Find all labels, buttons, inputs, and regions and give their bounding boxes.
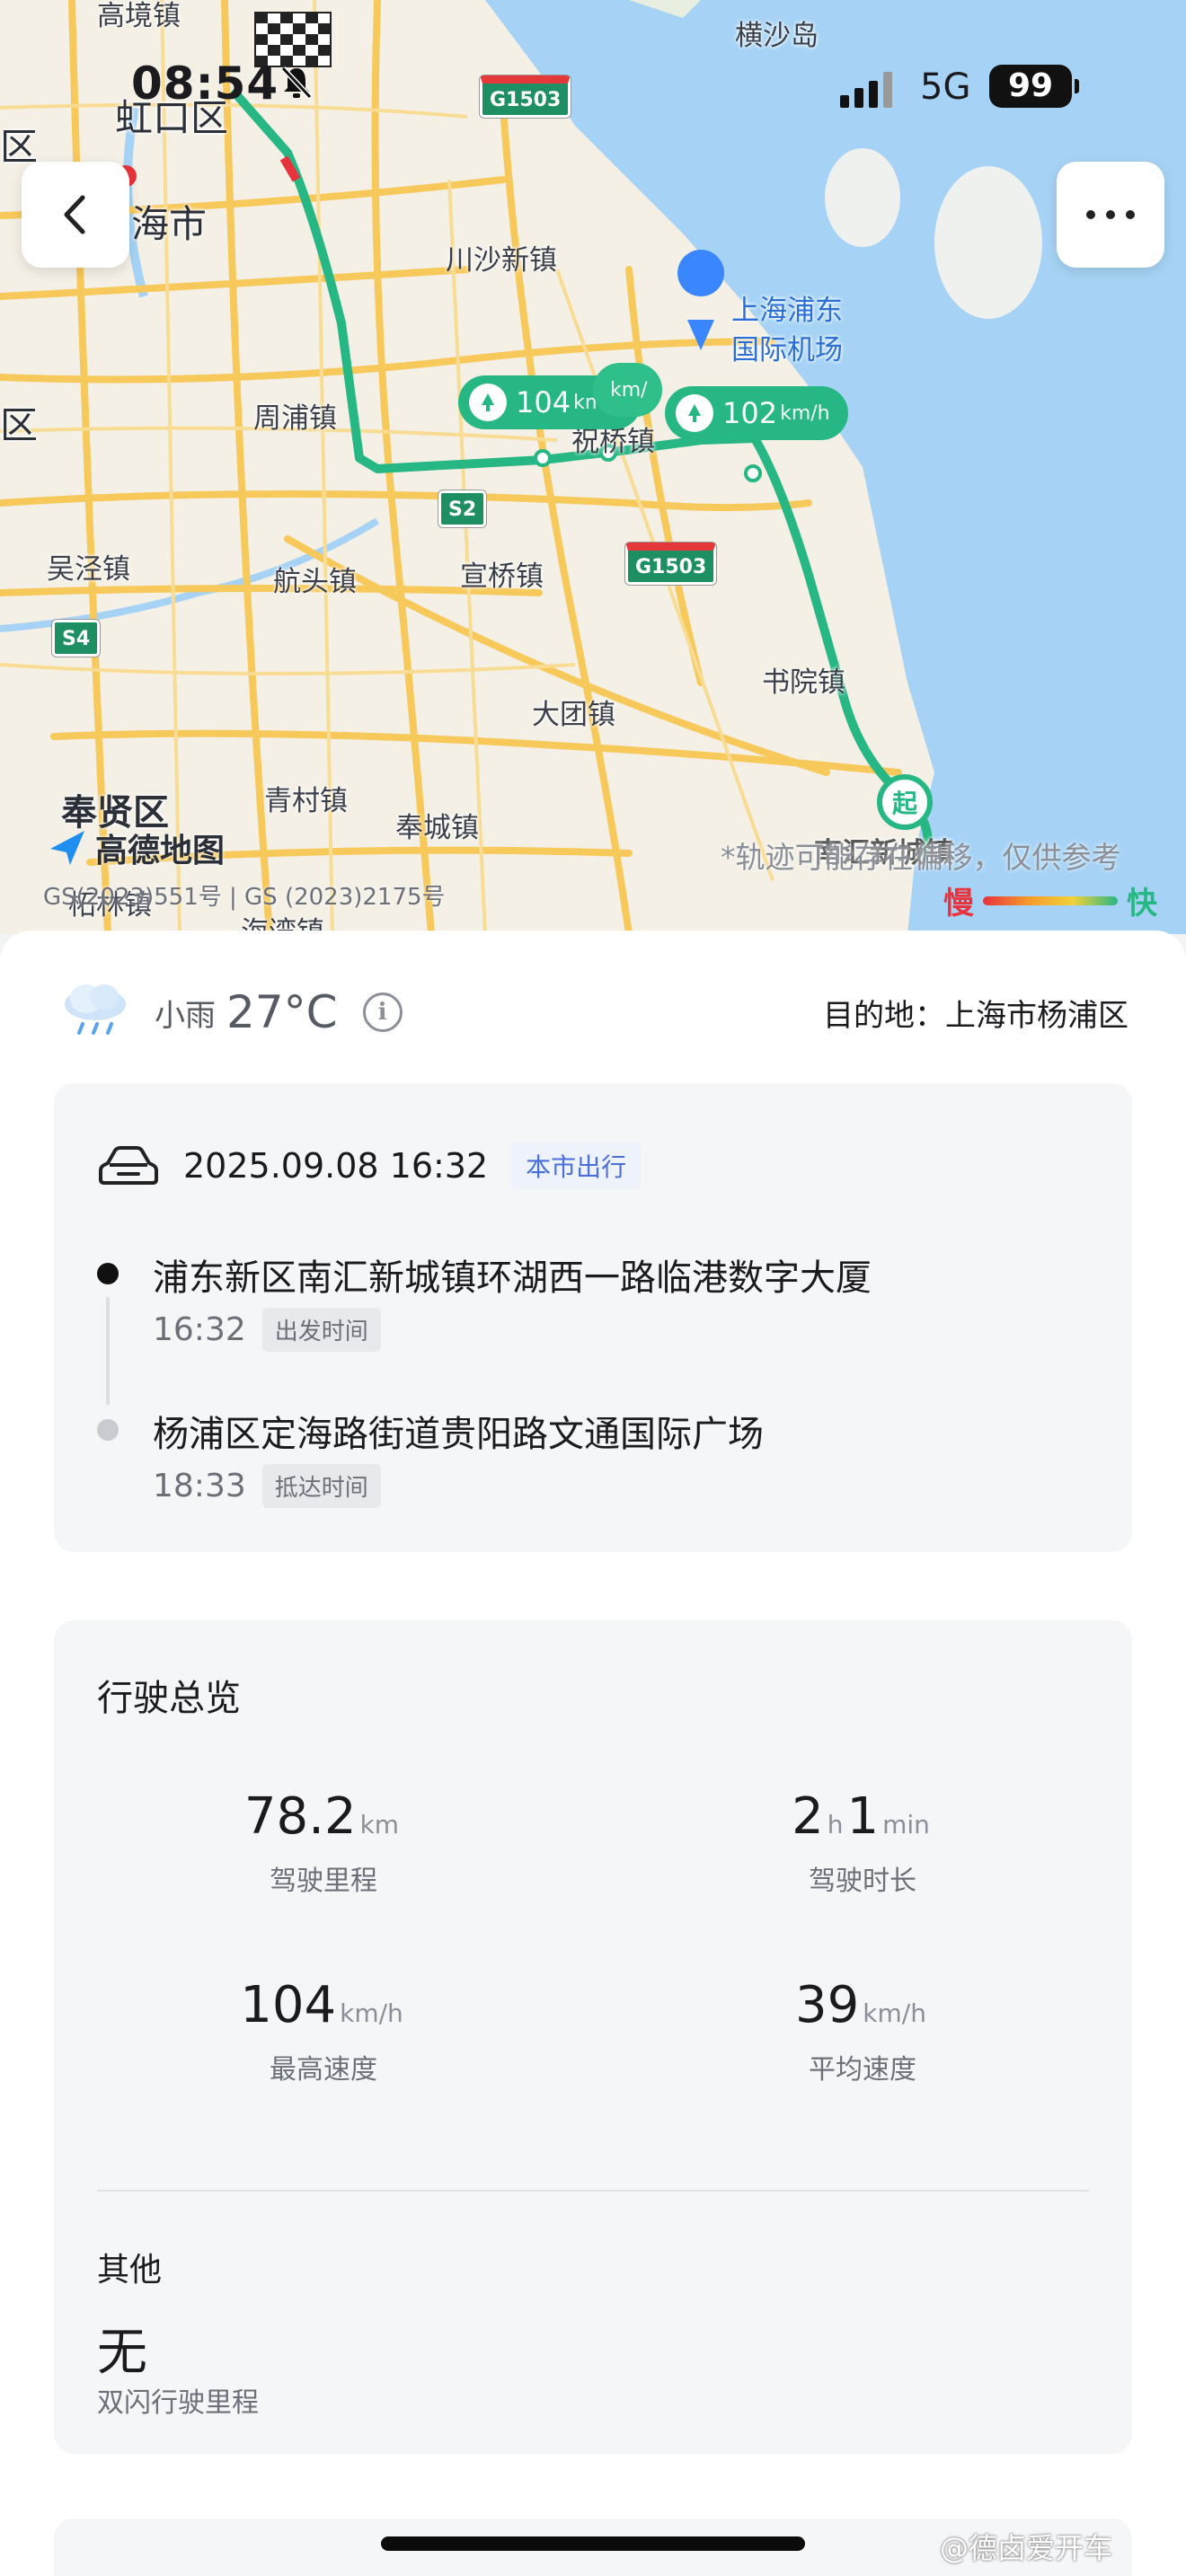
map-license: GS(2023)551号 | GS (2023)2175号 <box>43 884 446 911</box>
start-point-dot <box>97 1263 119 1284</box>
stat-label: 驾驶时长 <box>809 1866 916 1897</box>
car-icon <box>99 1146 158 1185</box>
track-disclaimer: *轨迹可能存在偏移，仅供参考 <box>721 840 1121 875</box>
weather-temperature: 27°C <box>226 986 338 1038</box>
stat-avg-speed: 39 km/h 平均速度 <box>683 1976 1042 2086</box>
trip-card: 2025.09.08 16:32 本市出行 浦东新区南汇新城镇环湖西一路临港数字… <box>54 1083 1132 1552</box>
destination-text: 目的地：上海市杨浦区 <box>823 997 1128 1034</box>
route-connector-line <box>106 1297 110 1405</box>
start-time-row: 16:32 出发时间 <box>153 1308 381 1352</box>
legend-fast: 快 <box>1127 886 1157 922</box>
watermark: @德卤爱开车 <box>940 2531 1113 2565</box>
overview-title: 行驶总览 <box>97 1678 241 1719</box>
highway-shield: S2 <box>438 490 487 527</box>
weather-condition: 小雨 <box>155 997 216 1034</box>
stat-unit: km/h <box>863 1998 926 2028</box>
speed-camera-icon <box>676 394 713 432</box>
comprehensive-data-title: 综合数据 <box>97 2565 241 2576</box>
more-options-button[interactable] <box>1057 162 1164 268</box>
cellular-signal-icon <box>840 70 903 113</box>
place-label-airport: 国际机场 <box>731 334 843 366</box>
speed-camera-icon <box>469 384 507 421</box>
highway-shield: G1503 <box>480 75 571 118</box>
speed-tag-unit: km/h <box>780 401 830 425</box>
stat-label: 平均速度 <box>809 2054 916 2086</box>
route-map[interactable]: 高境镇 虹口区 区 海市 区 横沙岛 川沙新镇 上海浦东 国际机场 周浦镇 祝桥… <box>0 0 1186 934</box>
highway-shield: S4 <box>52 620 101 657</box>
trip-header: 2025.09.08 16:32 本市出行 <box>97 1142 642 1189</box>
place-label-chuansha: 川沙新镇 <box>446 244 557 277</box>
divider <box>97 2190 1089 2192</box>
stat-value-hours: 2 <box>792 1787 824 1846</box>
home-indicator[interactable] <box>381 2536 805 2551</box>
place-label-shuyuan: 书院镇 <box>762 666 845 699</box>
place-label-wujing: 吴泾镇 <box>47 553 130 586</box>
stat-distance: 78.2 km 驾驶里程 <box>144 1787 503 1898</box>
battery-indicator: 99 <box>989 65 1072 108</box>
amap-logo: 高德地图 <box>47 825 225 871</box>
start-time-label: 出发时间 <box>261 1308 381 1352</box>
start-address: 浦东新区南汇新城镇环湖西一路临港数字大厦 <box>153 1257 872 1299</box>
driving-overview-card: 行驶总览 78.2 km 驾驶里程 2 h1 min 驾驶时长 104 km/h 最高速… <box>54 1620 1132 2454</box>
status-time: 08:54 <box>131 57 279 110</box>
weather-row: 小雨 27°C i 目的地：上海市杨浦区 <box>59 981 1128 1044</box>
speed-legend: 慢 快 <box>943 878 1157 922</box>
stat-duration: 2 h1 min 驾驶时长 <box>683 1787 1042 1898</box>
ellipsis-icon <box>1086 210 1135 219</box>
stat-unit-hours: h <box>827 1810 844 1839</box>
info-icon[interactable]: i <box>362 992 403 1032</box>
end-address: 杨浦区定海路街道贵阳路文通国际广场 <box>153 1414 764 1455</box>
place-label-datuan: 大团镇 <box>532 699 615 731</box>
hazard-light-distance-label: 双闪行驶里程 <box>97 2387 259 2419</box>
end-time-row: 18:33 抵达时间 <box>153 1464 381 1508</box>
amap-logo-icon <box>50 831 84 865</box>
place-label-fengcheng: 奉城镇 <box>395 812 479 844</box>
legend-gradient-bar <box>983 895 1118 905</box>
place-label: 区 <box>0 403 39 447</box>
stat-unit: km/h <box>340 1998 403 2028</box>
battery-tip <box>1075 79 1079 93</box>
legend-slow: 慢 <box>943 886 974 922</box>
network-type: 5G <box>920 66 971 108</box>
chevron-left-icon <box>64 195 85 234</box>
speed-tag-value: 104 <box>516 385 571 419</box>
speed-tag-value: 102 <box>722 396 778 430</box>
trip-type-badge: 本市出行 <box>511 1142 642 1189</box>
stat-max-speed: 104 km/h 最高速度 <box>144 1976 503 2086</box>
trip-datetime: 2025.09.08 16:32 <box>183 1146 489 1186</box>
stat-label: 驾驶里程 <box>270 1866 377 1897</box>
amap-logo-text: 高德地图 <box>95 833 226 869</box>
stat-value: 39 <box>795 1976 860 2034</box>
start-time: 16:32 <box>153 1311 246 1348</box>
place-label-airport: 上海浦东 <box>731 295 843 327</box>
speed-tag[interactable]: km/ <box>593 363 662 417</box>
speed-tag-unit: km/ <box>610 378 648 401</box>
place-label-zhoupu: 周浦镇 <box>253 402 337 435</box>
place-label-shanghai: 海市 <box>131 202 208 246</box>
bell-muted-icon <box>279 65 314 110</box>
place-label-qingcun: 青村镇 <box>264 785 348 817</box>
start-marker[interactable]: 起 <box>877 774 933 830</box>
other-section-title: 其他 <box>97 2252 163 2289</box>
stat-value-minutes: 1 <box>846 1787 880 1846</box>
speed-tag[interactable]: 102 km/h <box>665 386 848 440</box>
end-point-dot <box>97 1419 119 1441</box>
end-time: 18:33 <box>153 1468 246 1504</box>
trip-detail-sheet[interactable]: 小雨 27°C i 目的地：上海市杨浦区 2025.09.08 16:32 本市… <box>0 931 1186 2576</box>
place-label: 高境镇 <box>97 0 181 32</box>
stat-unit-minutes: min <box>882 1810 930 1839</box>
highway-shield: G1503 <box>625 543 717 585</box>
end-time-label: 抵达时间 <box>261 1464 381 1508</box>
light-rain-icon <box>59 981 131 1044</box>
place-label-hangtou: 航头镇 <box>273 566 357 598</box>
place-label-hengsha: 横沙岛 <box>735 20 819 52</box>
stat-value: 78.2 <box>243 1787 357 1846</box>
place-label-xuanqiao: 宣桥镇 <box>460 560 544 593</box>
stat-label: 最高速度 <box>270 2054 377 2086</box>
stat-unit: km <box>359 1810 400 1839</box>
hazard-light-distance-value: 无 <box>97 2324 147 2382</box>
back-button[interactable] <box>22 162 129 268</box>
stat-value: 104 <box>240 1976 337 2034</box>
